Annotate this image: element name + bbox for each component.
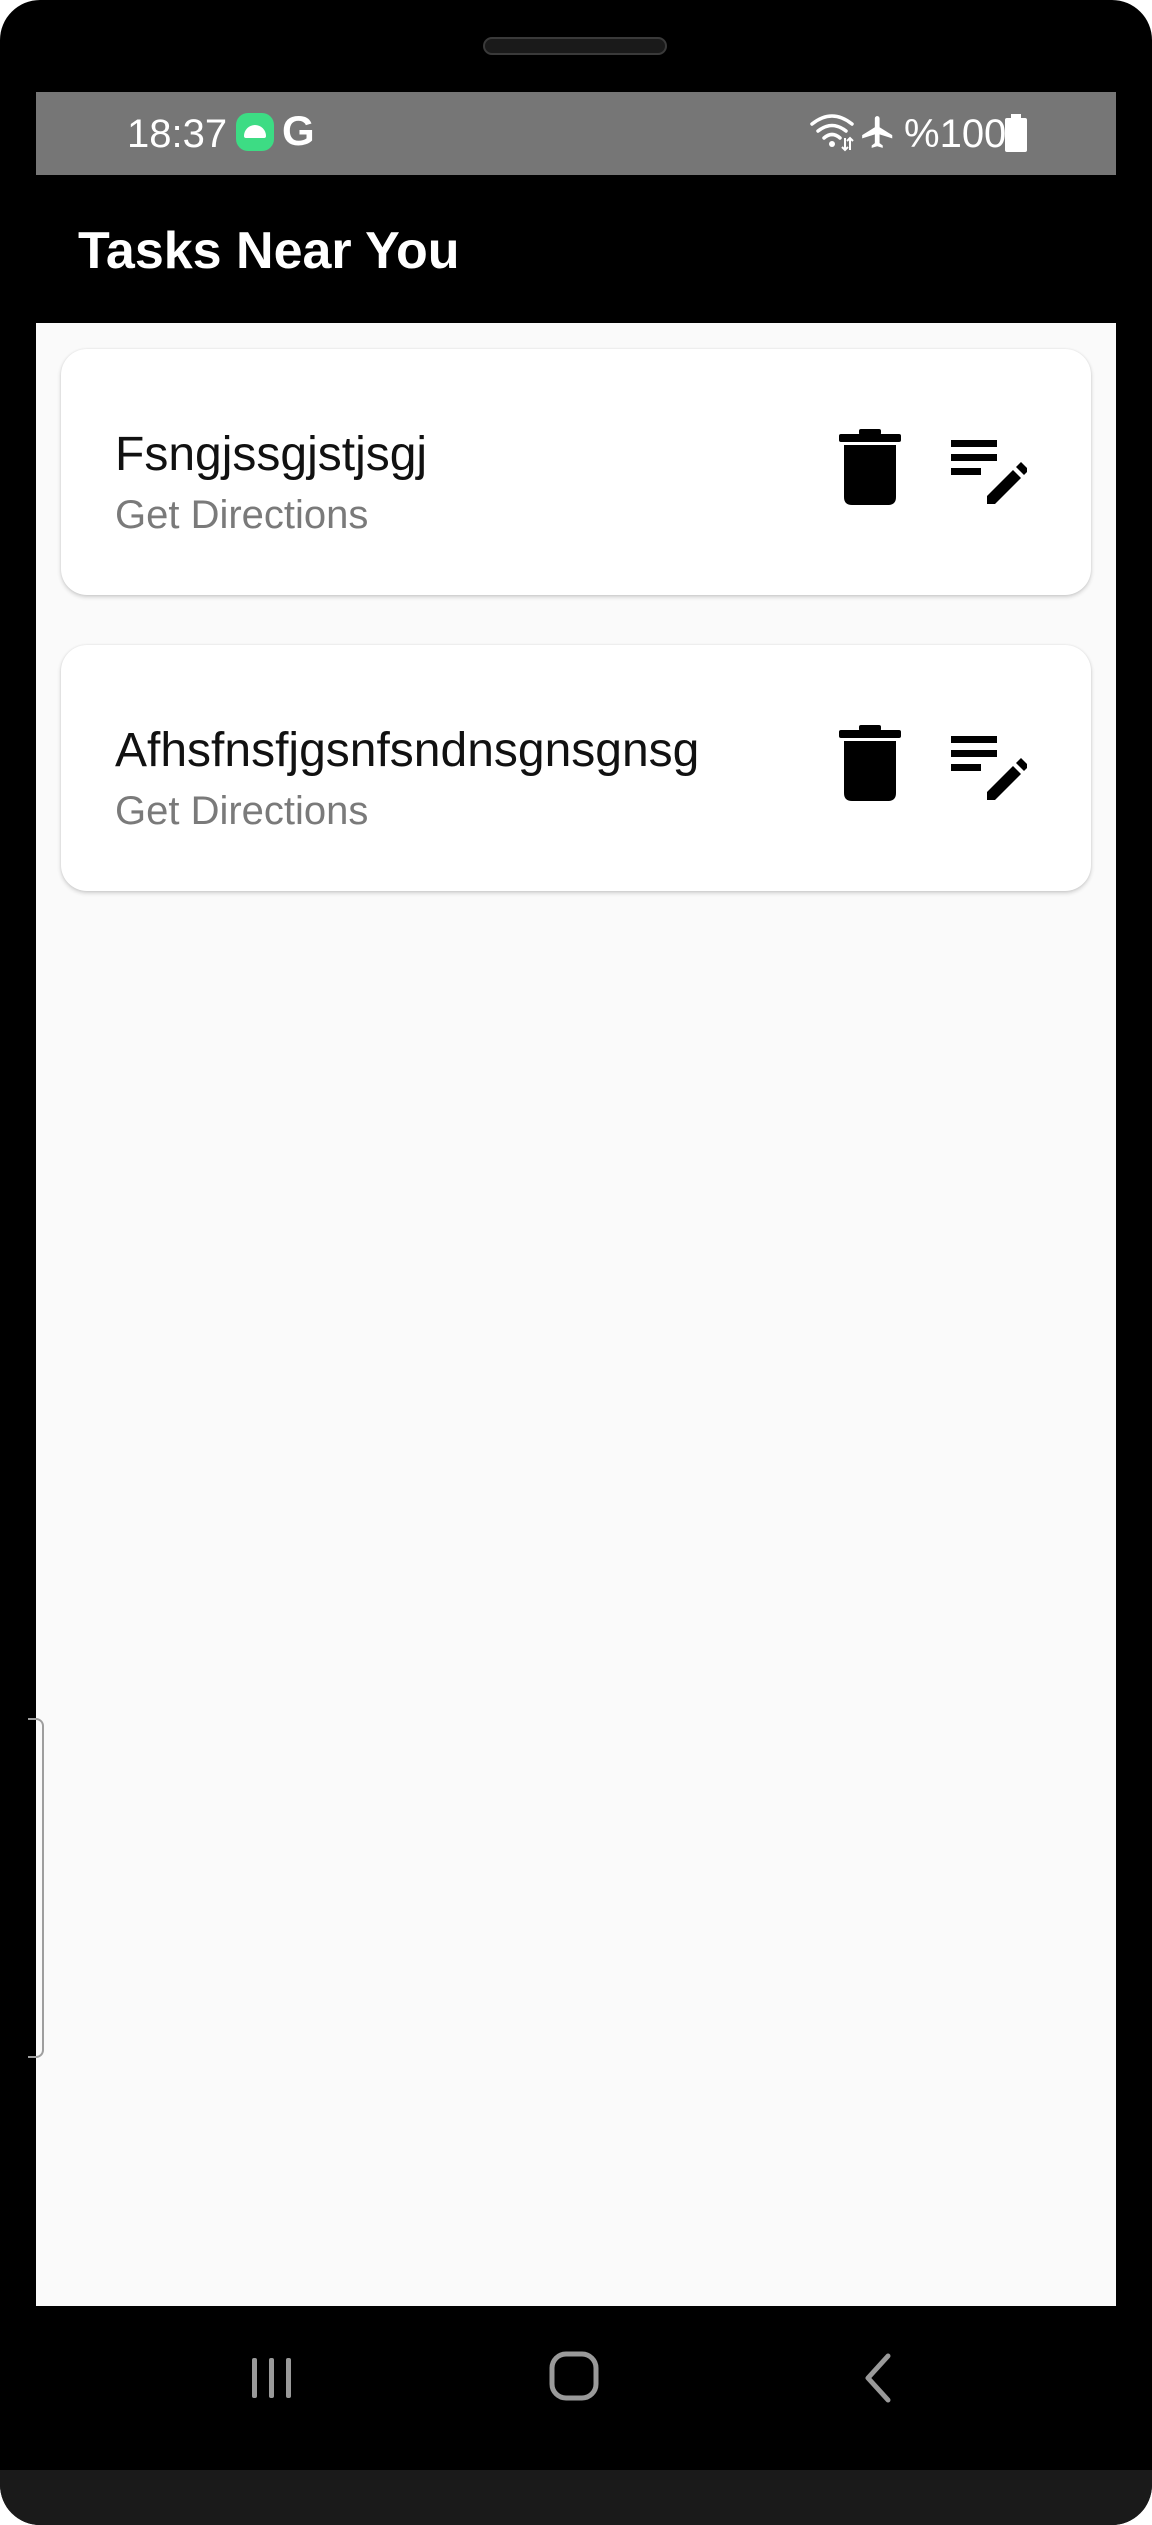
delete-icon [839, 429, 901, 505]
page-title: Tasks Near You [78, 222, 460, 280]
task-title: Afhsfnsfjgsnfsndnsgnsgnsg [115, 724, 700, 777]
wifi-icon [810, 114, 854, 152]
get-directions-link[interactable]: Get Directions [115, 491, 368, 539]
android-notification-icon [236, 113, 274, 151]
delete-button[interactable] [832, 725, 908, 801]
battery-icon [1005, 114, 1027, 152]
app-bar: Tasks Near You [36, 175, 1116, 323]
task-card[interactable]: Fsngjssgjstjsgj Get Directions [61, 349, 1091, 595]
screen: 18:37 G %100 Tasks Near You Fsngjssgjstj… [36, 92, 1116, 2306]
delete-button[interactable] [832, 429, 908, 505]
back-icon[interactable] [854, 2348, 902, 2408]
edit-note-icon [951, 736, 1027, 800]
task-list: Fsngjssgjstjsgj Get Directions Afhsfnsfj… [61, 349, 1091, 941]
status-bar: 18:37 G %100 [36, 92, 1116, 175]
edit-note-icon [951, 440, 1027, 504]
google-icon: G [282, 107, 315, 154]
edit-button[interactable] [947, 434, 1031, 510]
home-icon[interactable] [546, 2348, 602, 2404]
earpiece-speaker [483, 37, 667, 55]
task-title: Fsngjssgjstjsgj [115, 428, 428, 481]
airplane-mode-icon [862, 116, 893, 148]
edge-panel-handle[interactable] [28, 1718, 44, 2058]
task-card[interactable]: Afhsfnsfjgsnfsndnsgnsgnsg Get Directions [61, 645, 1091, 891]
edit-button[interactable] [947, 730, 1031, 806]
recent-apps-icon[interactable] [244, 2350, 300, 2406]
phone-chin [0, 2470, 1152, 2525]
phone-frame: 18:37 G %100 Tasks Near You Fsngjssgjstj… [0, 0, 1152, 2525]
delete-icon [839, 725, 901, 801]
navigation-bar [0, 2306, 1152, 2466]
battery-percentage: %100 [904, 112, 1007, 156]
get-directions-link[interactable]: Get Directions [115, 787, 368, 835]
status-time: 18:37 [127, 112, 228, 156]
